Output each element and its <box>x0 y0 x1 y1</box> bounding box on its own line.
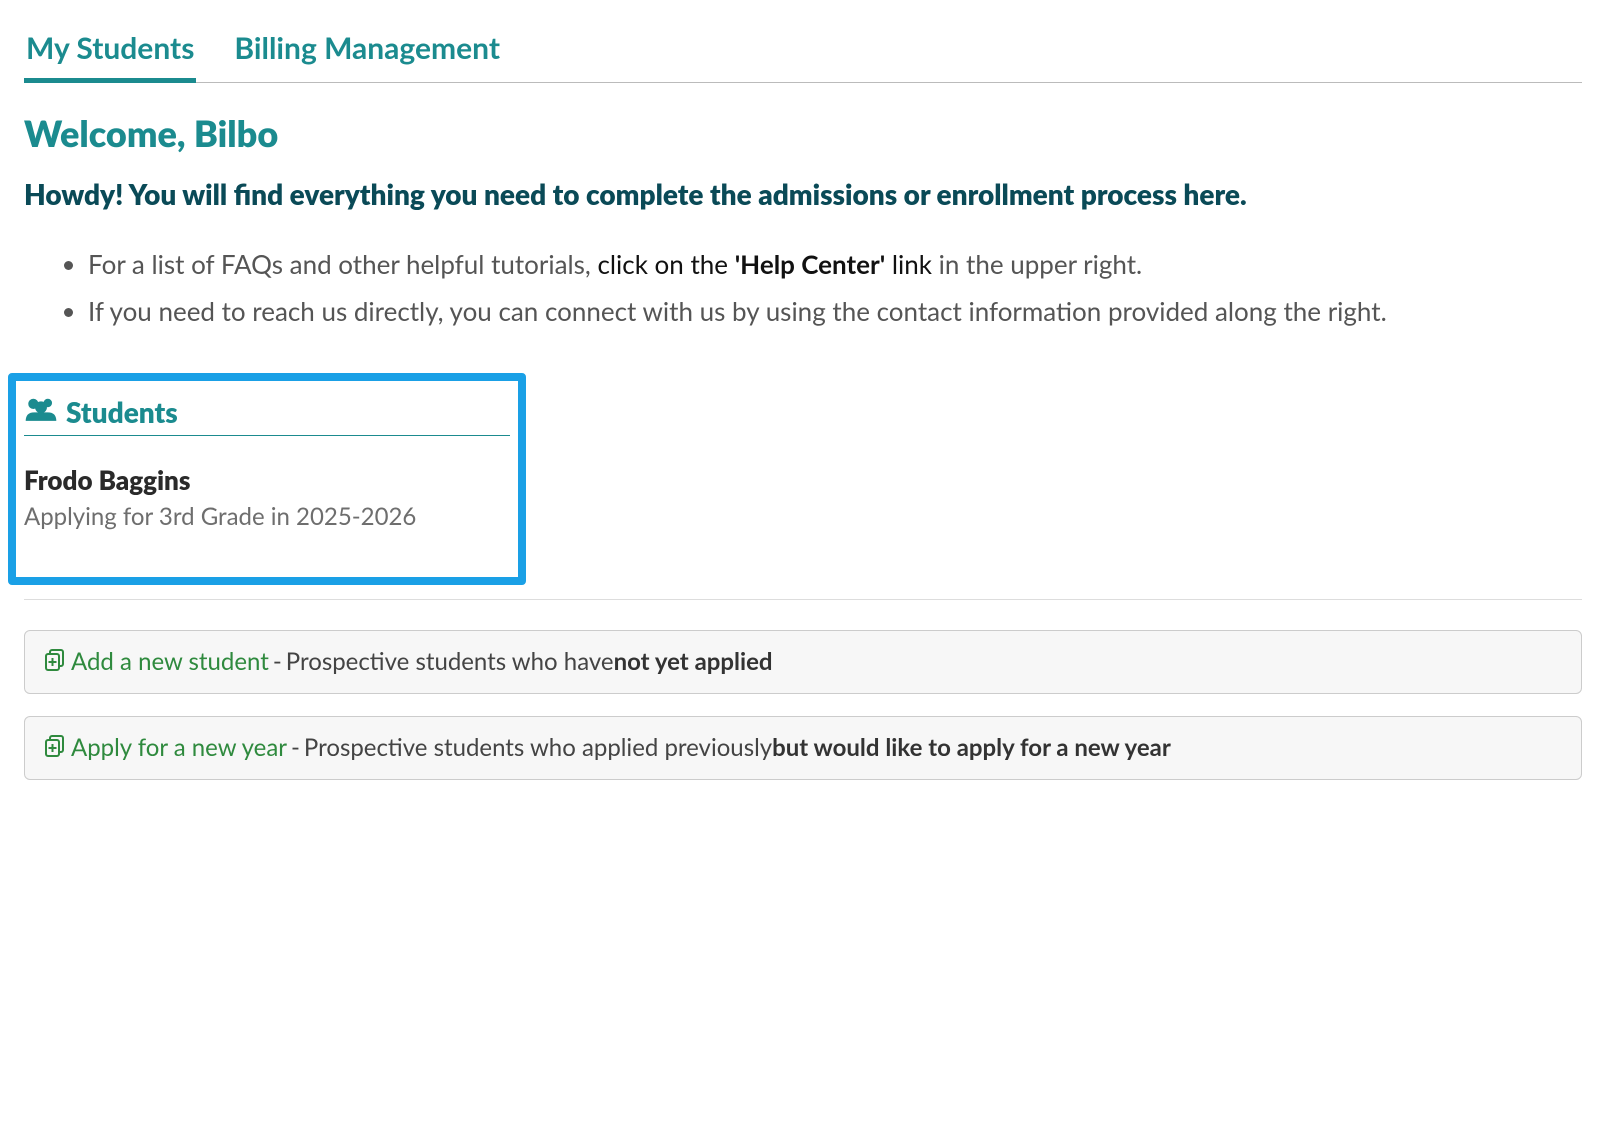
people-icon <box>24 395 58 429</box>
apply-new-year-icon <box>43 733 67 763</box>
add-student-desc-bold: not yet applied <box>614 647 773 676</box>
add-student-link[interactable]: Add a new student <box>43 647 269 677</box>
bullet-faq-mid2: link <box>885 248 932 280</box>
apply-new-year-desc-prefix: Prospective students who applied previou… <box>304 733 772 762</box>
students-heading: Students <box>24 395 510 429</box>
add-student-icon <box>43 647 67 677</box>
tab-billing-management[interactable]: Billing Management <box>232 24 502 80</box>
students-heading-text: Students <box>66 395 178 429</box>
apply-new-year-link-text: Apply for a new year <box>71 733 287 762</box>
bullet-faq-mid: click on the <box>597 248 734 280</box>
apply-new-year-dash: - <box>291 733 300 762</box>
tab-my-students[interactable]: My Students <box>24 24 196 80</box>
divider <box>24 599 1582 600</box>
add-student-box[interactable]: Add a new student - Prospective students… <box>24 630 1582 694</box>
help-center-link-label: 'Help Center' <box>735 248 886 280</box>
bullet-faq-suffix: in the upper right. <box>932 248 1142 280</box>
apply-new-year-link[interactable]: Apply for a new year <box>43 733 287 763</box>
welcome-heading: Welcome, Bilbo <box>24 111 1582 155</box>
add-student-desc-prefix: Prospective students who have <box>286 647 614 676</box>
apply-new-year-desc-bold: but would like to apply for a new year <box>772 733 1171 762</box>
student-status: Applying for 3rd Grade in 2025-2026 <box>24 502 510 531</box>
info-bullets: For a list of FAQs and other helpful tut… <box>24 244 1582 331</box>
students-section: Students Frodo Baggins Applying for 3rd … <box>24 373 1582 585</box>
student-row[interactable]: Frodo Baggins Applying for 3rd Grade in … <box>24 464 510 531</box>
bullet-faq: For a list of FAQs and other helpful tut… <box>88 244 1582 284</box>
tab-bar: My Students Billing Management <box>24 24 1582 83</box>
add-student-dash: - <box>273 647 282 676</box>
bullet-contact: If you need to reach us directly, you ca… <box>88 291 1582 331</box>
apply-new-year-box[interactable]: Apply for a new year - Prospective stude… <box>24 716 1582 780</box>
intro-text: Howdy! You will find everything you need… <box>24 173 1582 216</box>
bullet-faq-prefix: For a list of FAQs and other helpful tut… <box>88 248 597 280</box>
student-highlight-box: Students Frodo Baggins Applying for 3rd … <box>8 373 526 585</box>
student-name: Frodo Baggins <box>24 464 510 496</box>
add-student-link-text: Add a new student <box>71 647 269 676</box>
